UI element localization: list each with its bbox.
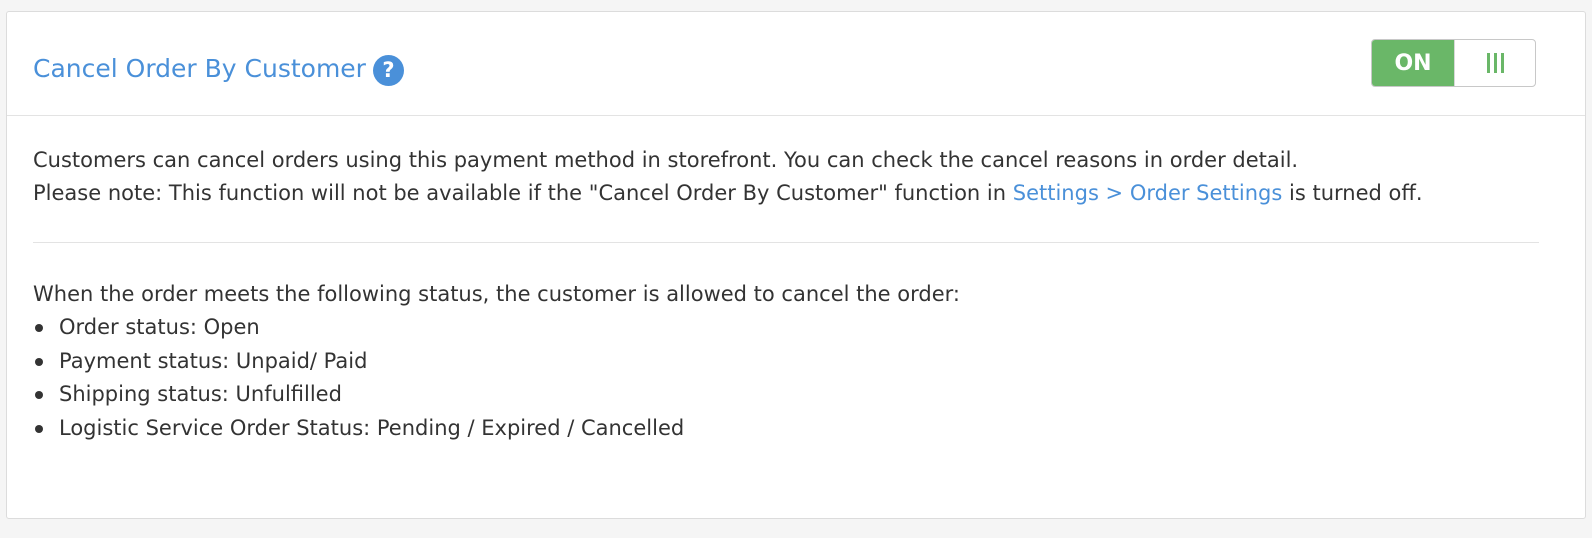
- rules-list: Order status: Open Payment status: Unpai…: [33, 311, 1539, 445]
- note-text-after: is turned off.: [1282, 181, 1423, 205]
- panel-description: Customers can cancel orders using this p…: [33, 144, 1539, 210]
- bullet-icon: [35, 357, 43, 366]
- panel-header: Cancel Order By Customer ? ON: [7, 12, 1585, 116]
- toggle-handle-icon: [1454, 40, 1535, 86]
- list-item-text: Order status: Open: [59, 315, 260, 339]
- description-line-1: Customers can cancel orders using this p…: [33, 148, 1299, 172]
- cancel-rules: When the order meets the following statu…: [33, 278, 1539, 445]
- list-item: Logistic Service Order Status: Pending /…: [33, 412, 1539, 446]
- help-icon[interactable]: ?: [372, 54, 404, 86]
- order-settings-link[interactable]: Settings > Order Settings: [1013, 181, 1283, 205]
- list-item: Order status: Open: [33, 311, 1539, 345]
- bullet-icon: [35, 424, 43, 433]
- panel-title: Cancel Order By Customer: [33, 54, 366, 83]
- handle-bar: [1486, 53, 1490, 73]
- handle-bar: [1500, 53, 1504, 73]
- list-item: Payment status: Unpaid/ Paid: [33, 345, 1539, 379]
- description-line-2: Please note: This function will not be a…: [33, 177, 1539, 210]
- bullet-icon: [35, 324, 43, 332]
- handle-bar: [1493, 53, 1497, 73]
- toggle-on-label: ON: [1372, 40, 1454, 86]
- section-divider: [33, 242, 1539, 243]
- rules-intro: When the order meets the following statu…: [33, 282, 960, 306]
- list-item-text: Logistic Service Order Status: Pending /…: [59, 415, 685, 440]
- cancel-order-panel: Cancel Order By Customer ? ON Customers …: [6, 11, 1586, 519]
- bullet-icon: [35, 391, 43, 399]
- list-item-text: Shipping status: Unfulfilled: [59, 382, 342, 406]
- title-wrap: Cancel Order By Customer ?: [33, 51, 404, 87]
- list-item-text: Payment status: Unpaid/ Paid: [59, 348, 368, 373]
- list-item: Shipping status: Unfulfilled: [33, 378, 1539, 412]
- note-text-before: Please note: This function will not be a…: [33, 181, 1013, 205]
- feature-toggle[interactable]: ON: [1371, 39, 1536, 87]
